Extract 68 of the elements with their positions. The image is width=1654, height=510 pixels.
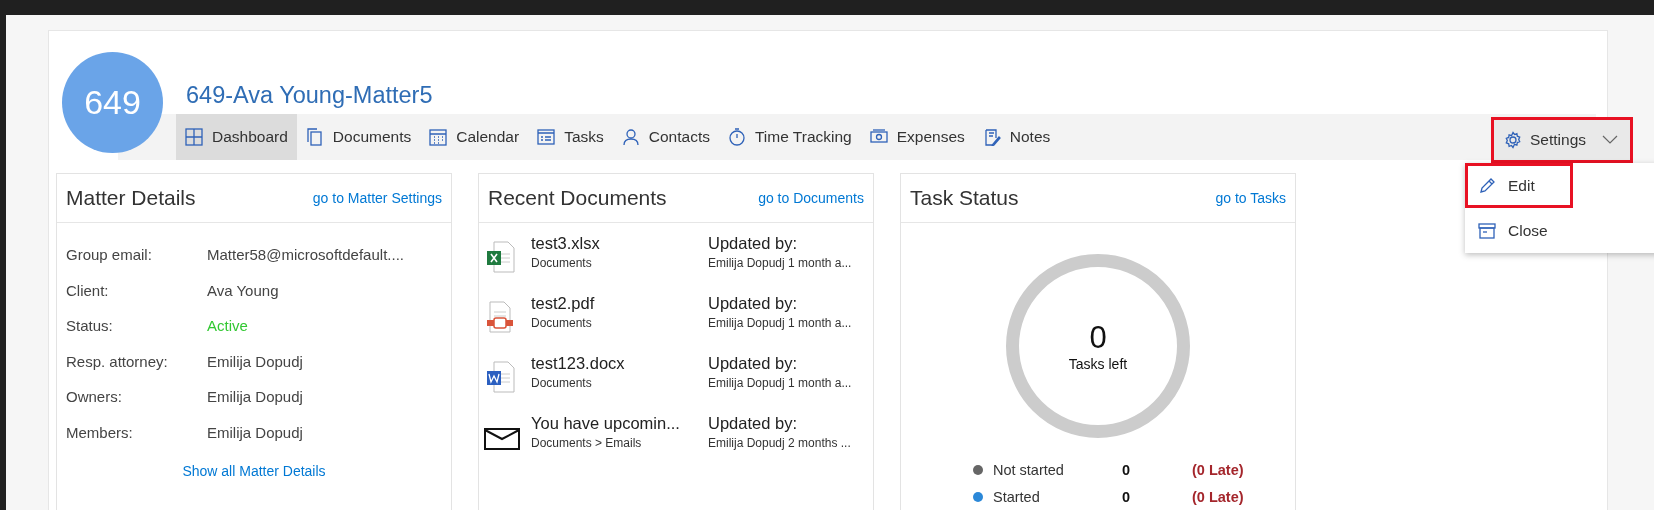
late-count: (0 Late) bbox=[1192, 488, 1244, 505]
field-label: Resp. attorney: bbox=[66, 352, 169, 370]
nav-tab[interactable]: Time Tracking bbox=[718, 114, 861, 160]
nav-tab[interactable]: Documents bbox=[296, 114, 421, 160]
nav-tab[interactable]: Contacts bbox=[612, 114, 719, 160]
dashboard-icon bbox=[185, 128, 203, 146]
note-icon bbox=[982, 128, 1001, 146]
settings-icon bbox=[1504, 131, 1522, 149]
legend-label: Started bbox=[993, 488, 1041, 505]
field-label: Members: bbox=[66, 423, 134, 441]
nav-tab[interactable]: Expenses bbox=[860, 114, 974, 160]
updated-by: Emilija Dopudj 1 month a... bbox=[708, 256, 852, 270]
nav-tab[interactable]: Notes bbox=[973, 114, 1060, 160]
show-all-link[interactable]: Show all Matter Details bbox=[182, 463, 326, 479]
late-count: (0 Late) bbox=[1192, 461, 1244, 478]
legend-count: 0 bbox=[1122, 488, 1132, 505]
field-value: Emilija Dopudj bbox=[207, 388, 303, 406]
updated-by: Emilija Dopudj 1 month a... bbox=[708, 376, 852, 390]
menu-item[interactable]: Edit bbox=[1465, 163, 1573, 208]
pencil-icon bbox=[1478, 176, 1496, 195]
nav-tab[interactable]: Dashboard bbox=[176, 114, 297, 160]
list-icon bbox=[537, 128, 556, 146]
avatar: 649 bbox=[62, 52, 163, 153]
card-link[interactable]: go to Documents bbox=[758, 190, 864, 206]
updated-by: Emilija Dopudj 2 months ... bbox=[708, 436, 851, 450]
field-label: Owners: bbox=[66, 388, 123, 406]
person-icon bbox=[621, 128, 640, 146]
document-name[interactable]: test3.xlsx bbox=[531, 234, 600, 253]
document-location: Documents bbox=[531, 376, 592, 390]
field-value: Emilija Dopudj bbox=[207, 352, 303, 370]
stopwatch-icon bbox=[727, 128, 746, 146]
updated-label: Updated by: bbox=[708, 234, 797, 253]
document-location: Documents bbox=[531, 256, 592, 270]
card-link[interactable]: go to Tasks bbox=[1215, 190, 1286, 206]
card-title: Matter Details bbox=[66, 186, 196, 210]
calendar-icon bbox=[429, 128, 448, 146]
menu-item[interactable]: Close bbox=[1465, 208, 1573, 253]
document-name[interactable]: test123.docx bbox=[531, 354, 625, 373]
card-link[interactable]: go to Matter Settings bbox=[312, 190, 442, 206]
field-value: Ava Young bbox=[207, 281, 279, 299]
documents-icon bbox=[305, 128, 324, 146]
updated-label: Updated by: bbox=[708, 414, 797, 433]
field-label: Client: bbox=[66, 281, 110, 299]
field-value: Matter58@microsoftdefault.... bbox=[207, 246, 404, 264]
chevron-down-icon bbox=[1602, 135, 1618, 145]
status-value: Active bbox=[207, 317, 248, 335]
field-label: Status: bbox=[66, 317, 114, 335]
nav-tab[interactable]: Calendar bbox=[420, 114, 529, 160]
document-location: Documents bbox=[531, 316, 592, 330]
nav-tab[interactable]: Tasks bbox=[528, 114, 613, 160]
document-location: Documents > Emails bbox=[531, 436, 642, 450]
task-count: 0 bbox=[1089, 320, 1107, 356]
updated-label: Updated by: bbox=[708, 294, 797, 313]
updated-label: Updated by: bbox=[708, 354, 797, 373]
field-value: Emilija Dopudj bbox=[207, 423, 303, 441]
money-icon bbox=[869, 128, 888, 146]
settings-button[interactable]: Settings bbox=[1491, 117, 1633, 163]
field-label: Group email: bbox=[66, 246, 153, 264]
card-title: Task Status bbox=[910, 186, 1019, 210]
matter-title: 649-Ava Young-Matter5 bbox=[186, 81, 433, 110]
task-count-label: Tasks left bbox=[1068, 356, 1128, 372]
updated-by: Emilija Dopudj 1 month a... bbox=[708, 316, 852, 330]
legend-label: Not started bbox=[993, 461, 1065, 478]
document-name[interactable]: test2.pdf bbox=[531, 294, 595, 313]
card-title: Recent Documents bbox=[488, 186, 667, 210]
document-name[interactable]: You have upcomin... bbox=[531, 414, 680, 433]
legend-count: 0 bbox=[1122, 461, 1132, 478]
archive-icon bbox=[1478, 221, 1496, 240]
